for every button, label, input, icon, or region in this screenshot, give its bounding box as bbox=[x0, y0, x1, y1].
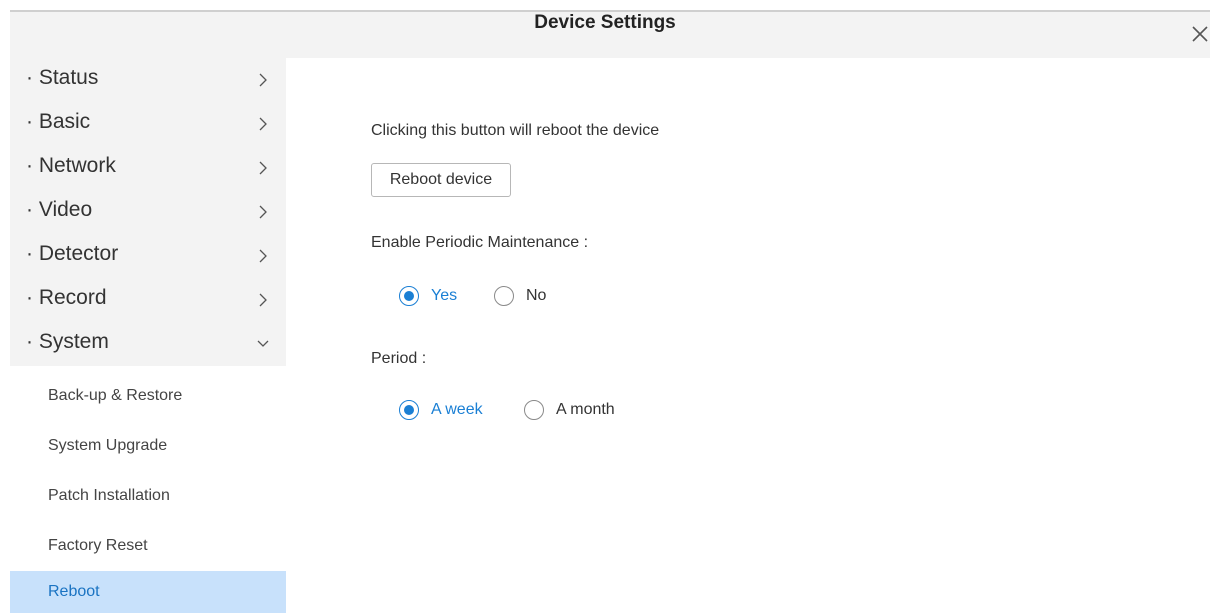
sidebar-subitem-reboot[interactable]: Reboot bbox=[10, 571, 286, 613]
chevron-right-icon bbox=[259, 293, 267, 307]
radio-label: Yes bbox=[431, 287, 458, 304]
sidebar-item-video[interactable]: · Video bbox=[10, 190, 286, 234]
sidebar-item-label: · System bbox=[26, 330, 109, 353]
sidebar-item-label: · Network bbox=[26, 154, 116, 177]
sidebar-subitem-system-upgrade[interactable]: System Upgrade bbox=[10, 425, 286, 467]
radio-circle-icon bbox=[399, 400, 419, 420]
sidebar-subitem-label: Patch Installation bbox=[48, 487, 170, 504]
sidebar-subitem-label: Reboot bbox=[48, 583, 100, 600]
period-label: Period : bbox=[371, 350, 427, 367]
chevron-right-icon bbox=[259, 205, 267, 219]
maintenance-no-radio[interactable]: No bbox=[494, 286, 546, 306]
radio-label: A week bbox=[431, 401, 483, 418]
sidebar-item-detector[interactable]: · Detector bbox=[10, 234, 286, 278]
sidebar-item-record[interactable]: · Record bbox=[10, 278, 286, 322]
period-week-radio[interactable]: A week bbox=[399, 400, 483, 420]
sidebar-item-basic[interactable]: · Basic bbox=[10, 102, 286, 146]
sidebar-item-system[interactable]: · System bbox=[10, 322, 286, 366]
sidebar-item-label: · Detector bbox=[26, 242, 119, 265]
radio-circle-icon bbox=[399, 286, 419, 306]
maintenance-label: Enable Periodic Maintenance : bbox=[371, 234, 589, 251]
main-content: Clicking this button will reboot the dev… bbox=[286, 58, 1210, 614]
sidebar-subitem-patch-installation[interactable]: Patch Installation bbox=[10, 475, 286, 517]
sidebar-item-network[interactable]: · Network bbox=[10, 146, 286, 190]
radio-circle-icon bbox=[524, 400, 544, 420]
close-icon[interactable] bbox=[1188, 22, 1210, 46]
sidebar-item-label: · Status bbox=[26, 66, 99, 89]
sidebar-subitem-label: System Upgrade bbox=[48, 437, 168, 454]
chevron-right-icon bbox=[259, 117, 267, 131]
sidebar-item-status[interactable]: · Status bbox=[10, 58, 286, 102]
window-title: Device Settings bbox=[534, 12, 676, 33]
sidebar-subitem-label: Factory Reset bbox=[48, 537, 148, 554]
reboot-device-button[interactable]: Reboot device bbox=[371, 163, 511, 197]
chevron-down-icon bbox=[257, 340, 269, 347]
sidebar-item-label: · Record bbox=[26, 286, 107, 309]
radio-label: No bbox=[526, 287, 547, 304]
sidebar-subitem-backup-restore[interactable]: Back-up & Restore bbox=[10, 375, 286, 417]
sidebar: · Status · Basic · Network · Video · Det… bbox=[10, 58, 286, 614]
radio-circle-icon bbox=[494, 286, 514, 306]
sidebar-item-label: · Basic bbox=[26, 110, 91, 133]
sidebar-item-label: · Video bbox=[26, 198, 93, 221]
maintenance-yes-radio[interactable]: Yes bbox=[399, 286, 457, 306]
chevron-right-icon bbox=[259, 249, 267, 263]
chevron-right-icon bbox=[259, 161, 267, 175]
sidebar-subitem-label: Back-up & Restore bbox=[48, 387, 183, 404]
sidebar-subitem-factory-reset[interactable]: Factory Reset bbox=[10, 525, 286, 567]
chevron-right-icon bbox=[259, 73, 267, 87]
period-month-radio[interactable]: A month bbox=[524, 400, 615, 420]
radio-label: A month bbox=[556, 401, 615, 418]
reboot-hint: Clicking this button will reboot the dev… bbox=[371, 122, 660, 139]
